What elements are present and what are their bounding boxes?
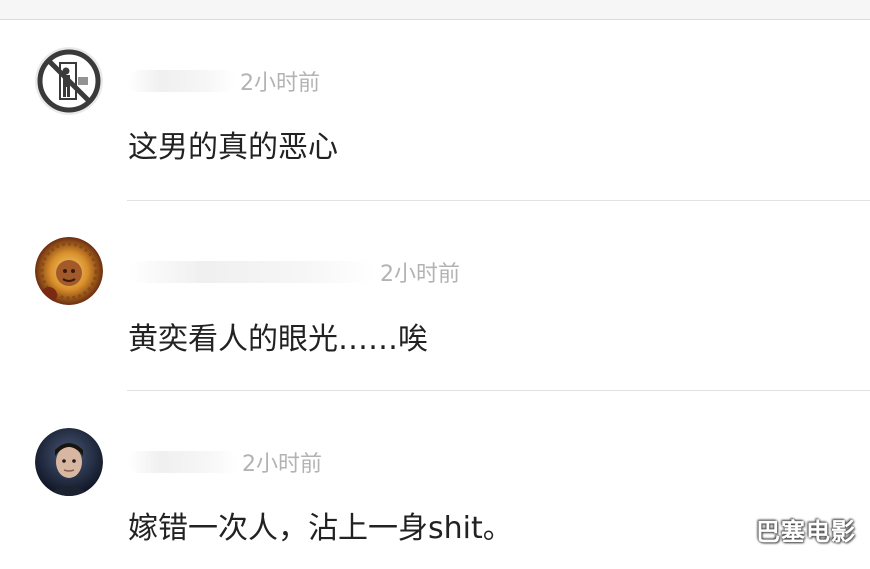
comment-text: 黄奕看人的眼光……唉: [128, 322, 428, 357]
comment-text: 这男的真的恶心: [128, 130, 338, 165]
avatar[interactable]: [35, 237, 103, 305]
user-photo-avatar: [35, 237, 103, 305]
watermark-logo: 巴塞电影: [756, 518, 856, 546]
username-blurred[interactable]: [128, 261, 376, 283]
avatar[interactable]: [35, 47, 103, 115]
divider: [127, 390, 870, 391]
comment-text: 嫁错一次人，沾上一身shit。: [128, 511, 513, 546]
no-entry-sign-icon: [35, 47, 103, 115]
username-blurred[interactable]: [128, 70, 236, 92]
username-blurred[interactable]: [128, 451, 238, 473]
comment-time: 2小时前: [240, 71, 320, 96]
comment-time: 2小时前: [380, 262, 460, 287]
user-photo-avatar: [35, 428, 103, 496]
avatar[interactable]: [35, 428, 103, 496]
top-bar: [0, 0, 870, 20]
divider: [127, 200, 870, 201]
comment-time: 2小时前: [242, 452, 322, 477]
